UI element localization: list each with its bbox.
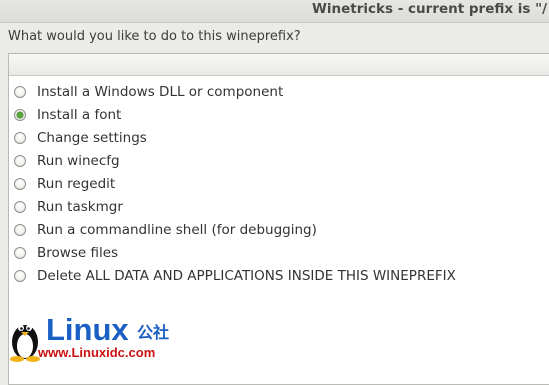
option-change-settings[interactable]: Change settings xyxy=(9,126,549,149)
option-run-winecfg[interactable]: Run winecfg xyxy=(9,149,549,172)
option-label: Run taskmgr xyxy=(37,198,123,215)
option-browse-files[interactable]: Browse files xyxy=(9,241,549,264)
radio-button[interactable] xyxy=(14,131,26,144)
radio-button[interactable] xyxy=(14,85,26,98)
option-label: Change settings xyxy=(37,129,147,146)
option-install-dll[interactable]: Install a Windows DLL or component xyxy=(9,80,549,103)
option-label: Install a font xyxy=(37,106,122,123)
option-label: Delete ALL DATA AND APPLICATIONS INSIDE … xyxy=(37,267,456,284)
option-run-regedit[interactable]: Run regedit xyxy=(9,172,549,195)
title-bar[interactable]: Winetricks - current prefix is "/ xyxy=(0,0,549,23)
list-column-header[interactable] xyxy=(9,54,549,76)
radio-button[interactable] xyxy=(14,200,26,213)
radio-button[interactable] xyxy=(14,154,26,167)
option-run-taskmgr[interactable]: Run taskmgr xyxy=(9,195,549,218)
linuxidc-watermark: Linux 公社 www.Linuxidc.com xyxy=(6,313,206,363)
option-label: Run winecfg xyxy=(37,152,120,169)
option-delete-prefix[interactable]: Delete ALL DATA AND APPLICATIONS INSIDE … xyxy=(9,264,549,287)
dialog-prompt: What would you like to do to this winepr… xyxy=(8,29,301,44)
radio-button-selected[interactable] xyxy=(14,108,26,121)
watermark-cn: 公社 xyxy=(137,323,170,342)
radio-button[interactable] xyxy=(14,223,26,236)
option-install-font[interactable]: Install a font xyxy=(9,103,549,126)
option-label: Install a Windows DLL or component xyxy=(37,83,284,100)
option-label: Run a commandline shell (for debugging) xyxy=(37,221,317,238)
radio-button[interactable] xyxy=(14,269,26,282)
watermark-brand: Linux xyxy=(46,312,129,347)
option-run-shell[interactable]: Run a commandline shell (for debugging) xyxy=(9,218,549,241)
option-label: Run regedit xyxy=(37,175,116,192)
watermark-url: www.Linuxidc.com xyxy=(38,345,156,360)
window-title: Winetricks - current prefix is "/ xyxy=(312,1,548,17)
radio-button[interactable] xyxy=(14,246,26,259)
radio-button[interactable] xyxy=(14,177,26,190)
option-label: Browse files xyxy=(37,244,119,261)
